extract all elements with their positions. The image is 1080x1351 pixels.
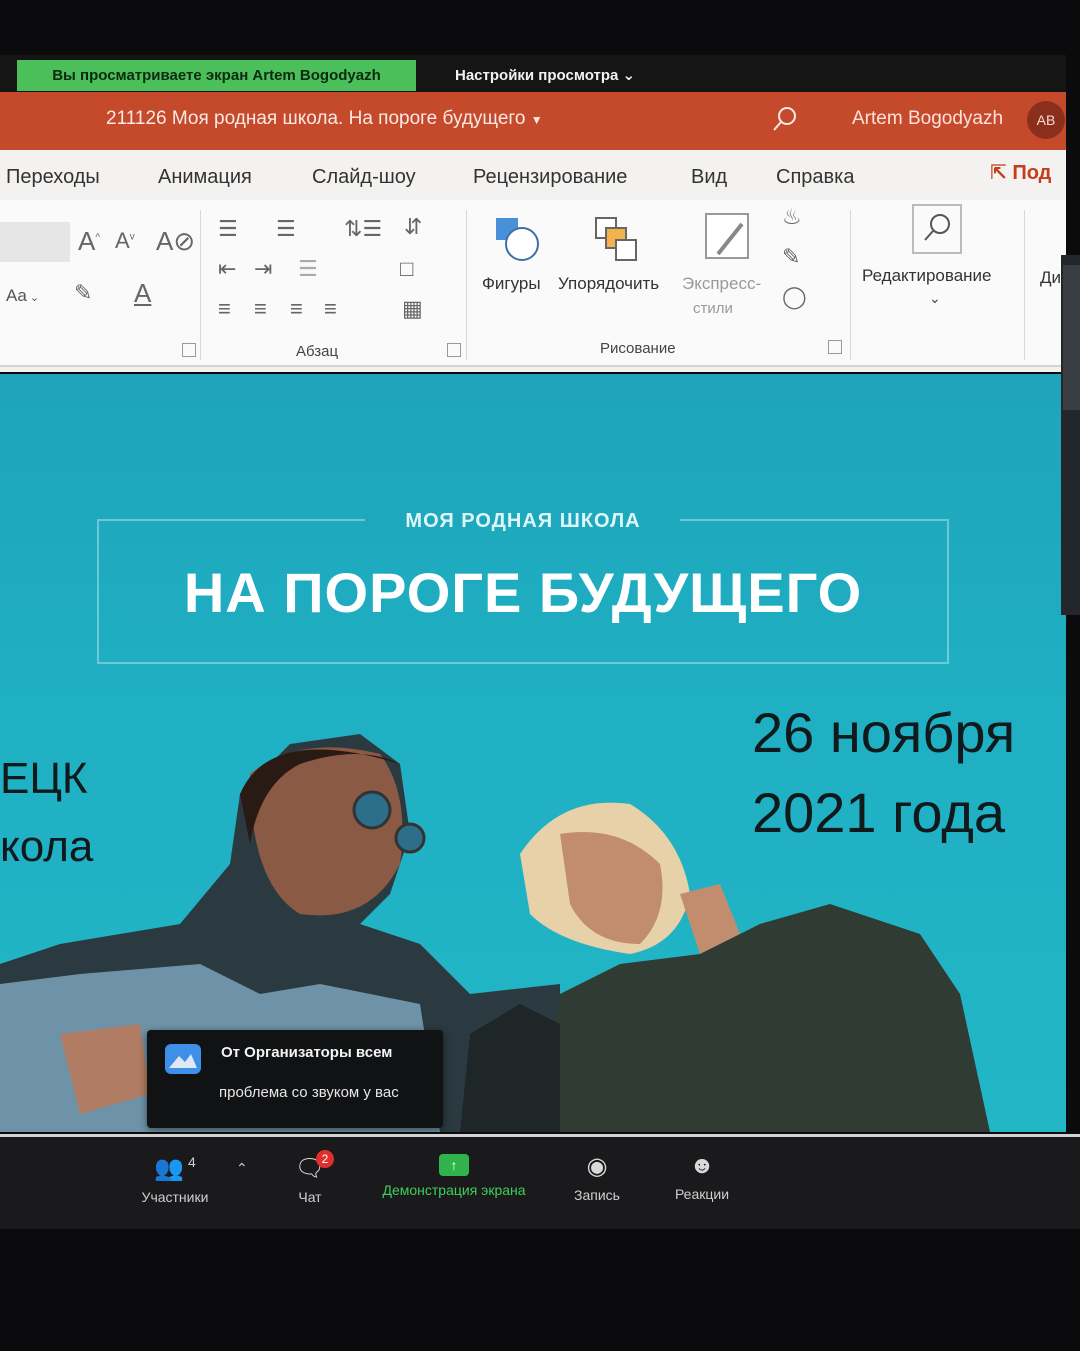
shapes-icon[interactable]: [492, 214, 544, 266]
dictate-button[interactable]: Ди: [1040, 268, 1061, 288]
participants-button[interactable]: 👥 4 Участники: [130, 1154, 220, 1205]
group-divider: [850, 210, 851, 360]
smartart-icon[interactable]: ▦: [402, 298, 423, 320]
chevron-down-icon: ⌄: [26, 292, 40, 304]
quick-styles-label-1[interactable]: Экспресс-: [682, 274, 761, 294]
align-text-icon[interactable]: □: [400, 258, 413, 280]
align-center-icon[interactable]: ≡: [254, 298, 267, 320]
shape-effects-icon[interactable]: ◯: [782, 286, 807, 308]
document-title[interactable]: 211126 Моя родная школа. На пороге будущ…: [106, 108, 543, 130]
slide-title[interactable]: НА ПОРОГЕ БУДУЩЕГО: [97, 560, 949, 625]
dialog-launcher-icon[interactable]: [447, 343, 461, 357]
chat-label: Чат: [298, 1189, 322, 1205]
user-name[interactable]: Artem Bogodyazh: [852, 108, 1003, 130]
text-direction-icon[interactable]: ⇵: [404, 216, 422, 238]
slide-canvas[interactable]: МОЯ РОДНАЯ ШКОЛА НА ПОРОГЕ БУДУЩЕГО 26 н…: [0, 374, 1066, 1132]
slide-left-text-1[interactable]: ЕЦК: [0, 754, 88, 804]
record-icon: ◉: [586, 1153, 608, 1180]
share-screen-icon: ↑: [439, 1154, 469, 1176]
arrange-button[interactable]: Упорядочить: [558, 274, 659, 294]
slide-left-text-2[interactable]: кола: [0, 822, 93, 872]
chat-notification-message: проблема со звуком у вас: [219, 1084, 399, 1101]
tab-animations[interactable]: Анимация: [158, 166, 252, 189]
participants-label: Участники: [141, 1189, 209, 1205]
video-thumbnail[interactable]: [1063, 265, 1080, 410]
font-color-icon[interactable]: A: [134, 280, 151, 306]
reactions-button[interactable]: ☻ Реакции: [664, 1152, 740, 1202]
shrink-font-icon[interactable]: Av: [115, 230, 135, 252]
organizer-avatar-icon: [165, 1044, 201, 1074]
view-settings-menu[interactable]: Настройки просмотра ⌄: [455, 60, 635, 91]
highlight-icon[interactable]: ✎: [74, 282, 92, 304]
increase-indent-icon[interactable]: ⇥: [254, 258, 272, 280]
slide-date-line-2[interactable]: 2021 года: [752, 780, 1005, 845]
tab-review[interactable]: Рецензирование: [473, 166, 627, 189]
share-screen-label: Демонстрация экрана: [382, 1182, 526, 1198]
record-label: Запись: [574, 1187, 620, 1203]
view-settings-label: Настройки просмотра: [455, 67, 619, 84]
search-icon[interactable]: [770, 104, 800, 134]
shapes-button[interactable]: Фигуры: [482, 274, 541, 294]
tab-slideshow[interactable]: Слайд-шоу: [312, 166, 416, 189]
change-case-label: Aa: [6, 286, 27, 305]
document-title-text: 211126 Моя родная школа. На пороге будущ…: [106, 108, 526, 129]
justify-icon[interactable]: ≡: [324, 298, 337, 320]
change-case-button[interactable]: Aa ⌄: [6, 286, 39, 306]
shape-outline-icon[interactable]: ✎: [782, 246, 800, 268]
drawing-group-label: Рисование: [600, 340, 676, 357]
decrease-indent-icon[interactable]: ⇤: [218, 258, 236, 280]
shape-fill-icon[interactable]: ♨: [782, 206, 802, 228]
editing-button[interactable]: Редактирование: [862, 266, 992, 286]
share-status-banner: Вы просматриваете экран Artem Bogodyazh: [17, 60, 416, 91]
share-icon: ⇱: [990, 162, 1007, 184]
quick-styles-label-2[interactable]: стили: [693, 300, 733, 317]
share-button-label: Под: [1012, 162, 1052, 184]
chevron-down-icon: ⌄: [929, 290, 941, 306]
share-screen-button[interactable]: ↑ Демонстрация экрана: [370, 1154, 538, 1198]
tab-help[interactable]: Справка: [776, 166, 854, 189]
numbering-icon[interactable]: ☰: [276, 218, 296, 240]
font-size-box[interactable]: [0, 222, 70, 262]
avatar[interactable]: AB: [1027, 101, 1065, 139]
align-right-icon[interactable]: ≡: [290, 298, 303, 320]
group-divider: [200, 210, 201, 360]
columns-icon[interactable]: ☰: [298, 258, 318, 280]
participants-count: 4: [187, 1154, 196, 1170]
group-divider: [466, 210, 467, 360]
chat-unread-badge: 2: [316, 1150, 334, 1168]
slide-subtitle[interactable]: МОЯ РОДНАЯ ШКОЛА: [97, 510, 949, 533]
participants-icon: 👥: [154, 1155, 185, 1182]
line-spacing-icon[interactable]: ⇅☰: [344, 218, 382, 240]
editing-icon[interactable]: [912, 204, 962, 254]
clear-formatting-icon[interactable]: A⊘: [156, 228, 195, 254]
reactions-icon: ☻: [689, 1152, 715, 1179]
caret-down-icon: ▼: [530, 113, 543, 127]
bullets-icon[interactable]: ☰: [218, 218, 238, 240]
share-button[interactable]: ⇱ Под: [990, 160, 1051, 185]
paragraph-group-label: Абзац: [296, 343, 339, 360]
reactions-label: Реакции: [674, 1186, 730, 1202]
arrange-icon[interactable]: [590, 214, 642, 266]
slide-date-line-1[interactable]: 26 ноября: [752, 700, 1015, 765]
grow-font-icon[interactable]: A^: [78, 228, 100, 254]
group-divider: [1024, 210, 1025, 360]
chevron-down-icon: ⌄: [622, 67, 636, 84]
quick-styles-icon[interactable]: [702, 210, 754, 266]
dialog-launcher-icon[interactable]: [182, 343, 196, 357]
chat-notification[interactable]: От Организаторы всем проблема со звуком …: [147, 1030, 443, 1128]
align-left-icon[interactable]: ≡: [218, 298, 231, 320]
chat-notification-sender: От Организаторы всем: [221, 1044, 393, 1061]
chevron-up-icon[interactable]: ⌃: [236, 1160, 248, 1177]
tab-view[interactable]: Вид: [691, 166, 727, 189]
record-button[interactable]: ◉ Запись: [560, 1152, 634, 1203]
tab-transitions[interactable]: Переходы: [6, 166, 100, 189]
dialog-launcher-icon[interactable]: [828, 340, 842, 354]
